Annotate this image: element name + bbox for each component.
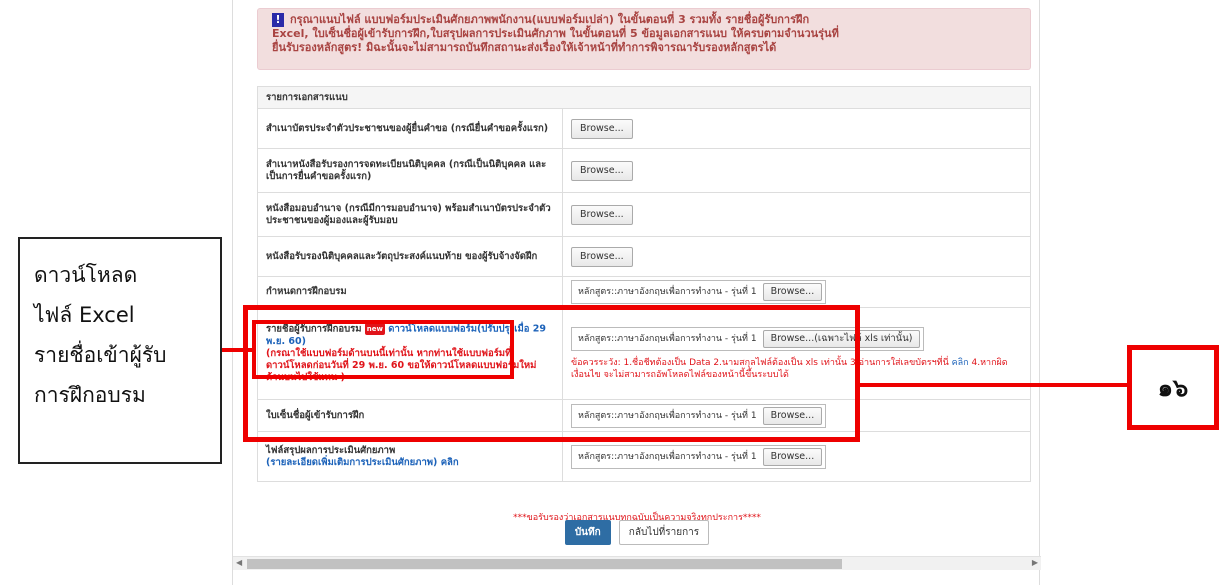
row-label: หนังสือรับรองนิติบุคคลและวัตถุประสงค์แนบ…	[257, 236, 563, 277]
schedule-file-input[interactable]: หลักสูตร::ภาษาอังกฤษเพื่อการทำงาน - รุ่น…	[571, 280, 827, 304]
file-name: หลักสูตร::ภาษาอังกฤษเพื่อการทำงาน - รุ่น…	[578, 287, 757, 297]
table-header: รายการเอกสารแนบ	[257, 86, 1031, 109]
scrollbar-thumb[interactable]	[247, 559, 842, 569]
step-number-badge: ๑๖	[1127, 345, 1219, 430]
callout-line: การฝึกอบรม	[34, 383, 146, 407]
alert-text-line1: กรุณาแนบไฟล์ แบบฟอร์มประเมินศักยภาพพนักง…	[290, 13, 810, 26]
table-row: หนังสือรับรองนิติบุคคลและวัตถุประสงค์แนบ…	[257, 236, 1031, 277]
form-page: ! กรุณาแนบไฟล์ แบบฟอร์มประเมินศักยภาพพนัก…	[232, 0, 1041, 585]
summary-file-input[interactable]: หลักสูตร::ภาษาอังกฤษเพื่อการทำงาน - รุ่น…	[571, 444, 827, 469]
highlight-box-inner	[252, 320, 514, 379]
exclamation-icon: !	[272, 13, 284, 27]
back-to-list-button[interactable]: กลับไปที่รายการ	[618, 520, 710, 545]
summary-link[interactable]: คลิก	[441, 457, 459, 468]
scroll-right-icon[interactable]: ▶	[1032, 558, 1038, 567]
row-label: หนังสือมอบอำนาจ (กรณีมีการมอบอำนาจ) พร้อ…	[257, 192, 563, 237]
callout-connector	[222, 348, 252, 352]
table-row: สำเนาหนังสือรับรองการจดทะเบียนนิติบุคคล …	[257, 148, 1031, 193]
row-label: สำเนาหนังสือรับรองการจดทะเบียนนิติบุคคล …	[257, 148, 563, 193]
alert-text-line3: ยื่นรับรองหลักสูตร! มิฉะนั้นจะไม่สามารถบ…	[272, 41, 777, 54]
step-connector	[860, 383, 1128, 387]
browse-button[interactable]: Browse...	[571, 204, 633, 225]
summary-label: ไฟล์สรุปผลการประเมินศักยภาพ	[266, 444, 396, 456]
warning-alert: ! กรุณาแนบไฟล์ แบบฟอร์มประเมินศักยภาพพนัก…	[257, 8, 1031, 70]
save-button[interactable]: บันทึก	[564, 520, 611, 545]
horizontal-scrollbar[interactable]: ◀ ▶	[233, 556, 1041, 570]
form-actions: บันทึก กลับไปที่รายการ	[233, 520, 1041, 545]
callout-line: ไฟล์ Excel	[34, 303, 135, 327]
browse-button[interactable]: Browse...	[571, 246, 633, 267]
table-row: สำเนาบัตรประจำตัวประชาชนของผู้ยื่นคำขอ (…	[257, 108, 1031, 149]
browse-button[interactable]: Browse...	[571, 118, 633, 139]
file-name: หลักสูตร::ภาษาอังกฤษเพื่อการทำงาน - รุ่น…	[578, 451, 757, 462]
callout-line: รายชื่อเข้าผู้รับ	[34, 343, 167, 367]
browse-button[interactable]: Browse...	[571, 160, 633, 181]
scroll-left-icon[interactable]: ◀	[236, 558, 242, 567]
summary-sub: (รายละเอียดเพิ่มเติมการประเมินศักยภาพ)	[266, 456, 438, 468]
row-label: สำเนาบัตรประจำตัวประชาชนของผู้ยื่นคำขอ (…	[257, 108, 563, 149]
callout-line: ดาวน์โหลด	[34, 263, 138, 287]
annotation-callout: ดาวน์โหลด ไฟล์ Excel รายชื่อเข้าผู้รับ ก…	[18, 237, 222, 464]
browse-button[interactable]: Browse...	[762, 283, 823, 301]
browse-button[interactable]: Browse...	[762, 447, 823, 466]
schedule-label: กำหนดการฝึกอบรม	[257, 276, 563, 308]
table-row: กำหนดการฝึกอบรม หลักสูตร::ภาษาอังกฤษเพื่…	[257, 276, 1031, 308]
alert-text-line2: Excel, ใบเซ็นชื่อผู้เข้ารับการฝึก,ใบสรุป…	[272, 27, 839, 40]
table-row: หนังสือมอบอำนาจ (กรณีมีการมอบอำนาจ) พร้อ…	[257, 192, 1031, 237]
warning-link[interactable]: คลิก	[952, 358, 969, 368]
